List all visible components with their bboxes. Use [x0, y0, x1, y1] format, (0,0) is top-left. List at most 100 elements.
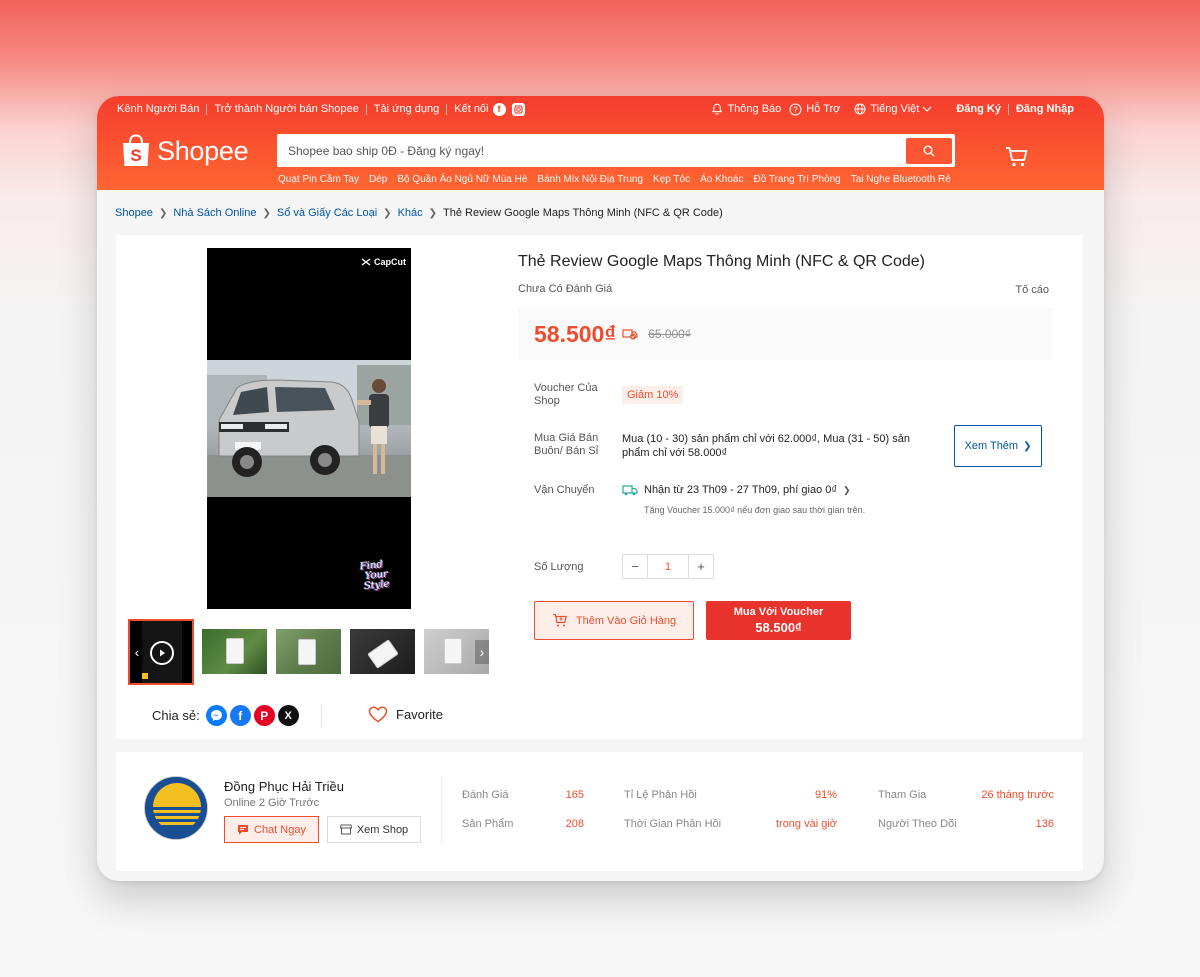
wholesale-text: Mua (10 - 30) sản phẩm chỉ với 62.000₫, …	[622, 433, 910, 459]
thumbnail-image[interactable]	[202, 629, 267, 674]
stat-value: 165	[565, 789, 584, 801]
search-button[interactable]	[906, 137, 952, 164]
search-input[interactable]	[280, 143, 906, 158]
product-photo	[207, 360, 411, 497]
shipping-text: Nhận từ 23 Th09 - 27 Th09, phí giao 0₫	[644, 484, 838, 496]
quantity-input[interactable]: 1	[647, 555, 689, 578]
stat-label: Thời Gian Phản Hồi	[624, 818, 722, 830]
logo-text: Shopee	[157, 135, 249, 166]
wholesale-label: Mua Giá Bán Buôn/ Bán Sỉ	[534, 432, 599, 457]
shipping-label: Vận Chuyển	[534, 484, 595, 496]
instagram-icon[interactable]	[511, 102, 525, 116]
report-link[interactable]: Tố cáo	[1015, 284, 1049, 296]
shipping-voucher-note: Tặng Voucher 15.000₫ nếu đơn giao sau th…	[644, 505, 866, 515]
login-link[interactable]: Đăng Nhập	[1016, 103, 1074, 115]
shopee-logo[interactable]: S Shopee	[121, 134, 249, 168]
suggestion-link[interactable]: Đồ Trang Trí Phòng	[753, 174, 840, 185]
rating-status: Chưa Có Đánh Giá	[518, 283, 613, 295]
car-photo-illustration	[207, 360, 411, 497]
divider	[321, 705, 322, 727]
stat-label: Tham Gia	[878, 789, 927, 801]
shop-info-card: Đồng Phục Hải Triều Online 2 Giờ Trước C…	[116, 752, 1083, 871]
shopping-bag-logo-icon: S	[123, 134, 149, 166]
svg-text:S: S	[130, 146, 141, 165]
quantity-label: Số Lượng	[534, 561, 584, 573]
buy-button-price: 58.500₫	[755, 620, 802, 635]
add-to-cart-button[interactable]: Thêm Vào Giỏ Hàng	[534, 601, 694, 640]
chevron-down-icon	[922, 106, 932, 112]
suggestion-link[interactable]: Quạt Pin Cầm Tay	[278, 174, 359, 185]
search-suggestions: Quạt Pin Cầm Tay Dép Bộ Quần Áo Ngủ Nữ M…	[278, 174, 951, 185]
chevron-right-icon: ❯	[262, 207, 271, 219]
buy-button-label: Mua Với Voucher	[733, 606, 824, 618]
chat-now-button[interactable]: Chat Ngay	[224, 816, 319, 843]
divider	[441, 776, 442, 844]
decrease-button[interactable]: −	[623, 555, 647, 578]
cart-icon	[1006, 147, 1028, 167]
download-app-link[interactable]: Tải ứng dụng	[374, 103, 439, 115]
product-main-video[interactable]: CapCut Find Your Style	[207, 248, 411, 609]
stat-label: Đánh Giá	[462, 789, 509, 801]
thumbnail-image[interactable]	[276, 629, 341, 674]
register-link[interactable]: Đăng Ký	[956, 103, 1001, 115]
buy-with-voucher-button[interactable]: Mua Với Voucher 58.500₫	[706, 601, 851, 640]
thumbnail-next-button[interactable]: ›	[475, 640, 489, 664]
product-card: CapCut Find Your Style ‹ › Chia sẻ: f P …	[116, 235, 1083, 739]
voucher-badge[interactable]: Giảm 10%	[622, 386, 684, 404]
share-row: Chia sẻ: f P X	[152, 705, 299, 726]
seller-channel-link[interactable]: Kênh Người Bán	[117, 103, 199, 115]
breadcrumb-link[interactable]: Sổ và Giấy Các Loại	[277, 207, 377, 219]
view-shop-button[interactable]: Xem Shop	[327, 816, 421, 843]
breadcrumb-link[interactable]: Nhà Sách Online	[173, 207, 256, 219]
suggestion-link[interactable]: Áo Khoác	[700, 174, 743, 185]
cart-button[interactable]	[1005, 146, 1029, 173]
stat-value: 26 tháng trước	[981, 789, 1054, 801]
increase-button[interactable]: +	[689, 555, 713, 578]
thumbnail-prev-button[interactable]: ‹	[130, 640, 144, 664]
suggestion-link[interactable]: Dép	[369, 174, 387, 185]
facebook-icon[interactable]: f	[492, 102, 506, 116]
globe-icon	[854, 103, 866, 115]
favorite-label: Favorite	[396, 707, 443, 722]
shop-name[interactable]: Đồng Phục Hải Triều	[224, 779, 344, 794]
help-icon: ?	[789, 103, 802, 115]
see-more-label: Xem Thêm	[964, 440, 1019, 452]
original-price: 65.000₫	[648, 327, 692, 341]
store-icon	[339, 824, 352, 835]
favorite-button[interactable]: Favorite	[368, 706, 443, 723]
thumbnail-strip: ‹ ›	[128, 619, 491, 685]
divider	[1007, 103, 1009, 115]
language-label: Tiếng Việt	[870, 103, 920, 115]
language-selector[interactable]: Tiếng Việt	[854, 103, 936, 115]
heart-icon	[368, 706, 388, 723]
see-more-button[interactable]: Xem Thêm ❯	[954, 425, 1042, 467]
sticker-line: Style	[363, 578, 391, 593]
bell-icon	[712, 103, 723, 115]
chevron-right-icon: ❯	[383, 207, 392, 219]
connect-label: Kết nối	[454, 103, 489, 115]
svg-text:?: ?	[794, 105, 799, 114]
add-to-cart-label: Thêm Vào Giỏ Hàng	[575, 614, 677, 627]
suggestion-link[interactable]: Bánh Mix Nội Địa Trung	[537, 174, 643, 185]
shop-online-status: Online 2 Giờ Trước	[224, 797, 320, 809]
chat-now-label: Chat Ngay	[254, 823, 306, 836]
divider	[446, 103, 448, 115]
shop-avatar[interactable]	[144, 776, 208, 840]
suggestion-link[interactable]: Bộ Quần Áo Ngủ Nữ Mùa Hè	[397, 174, 527, 185]
pinterest-icon[interactable]: P	[253, 705, 275, 726]
support-link[interactable]: ? Hỗ Trợ	[789, 103, 840, 116]
breadcrumb-link[interactable]: Khác	[398, 207, 423, 219]
shipping-info[interactable]: Nhận từ 23 Th09 - 27 Th09, phí giao 0₫ ❯	[622, 484, 851, 496]
suggestion-link[interactable]: Tai Nghe Bluetooth Rẻ	[851, 174, 951, 185]
notifications-link[interactable]: Thông Báo	[711, 103, 781, 115]
facebook-icon[interactable]: f	[229, 705, 251, 726]
become-seller-link[interactable]: Trở thành Người bán Shopee	[214, 103, 358, 115]
suggestion-link[interactable]: Kẹp Tóc	[653, 174, 690, 185]
share-label: Chia sẻ:	[152, 708, 200, 723]
x-icon[interactable]: X	[277, 705, 299, 726]
thumbnail-image[interactable]	[350, 629, 415, 674]
messenger-icon[interactable]	[205, 705, 227, 726]
breadcrumb-link[interactable]: Shopee	[115, 207, 153, 219]
divider	[365, 103, 367, 115]
current-price: 58.500₫	[534, 320, 617, 347]
